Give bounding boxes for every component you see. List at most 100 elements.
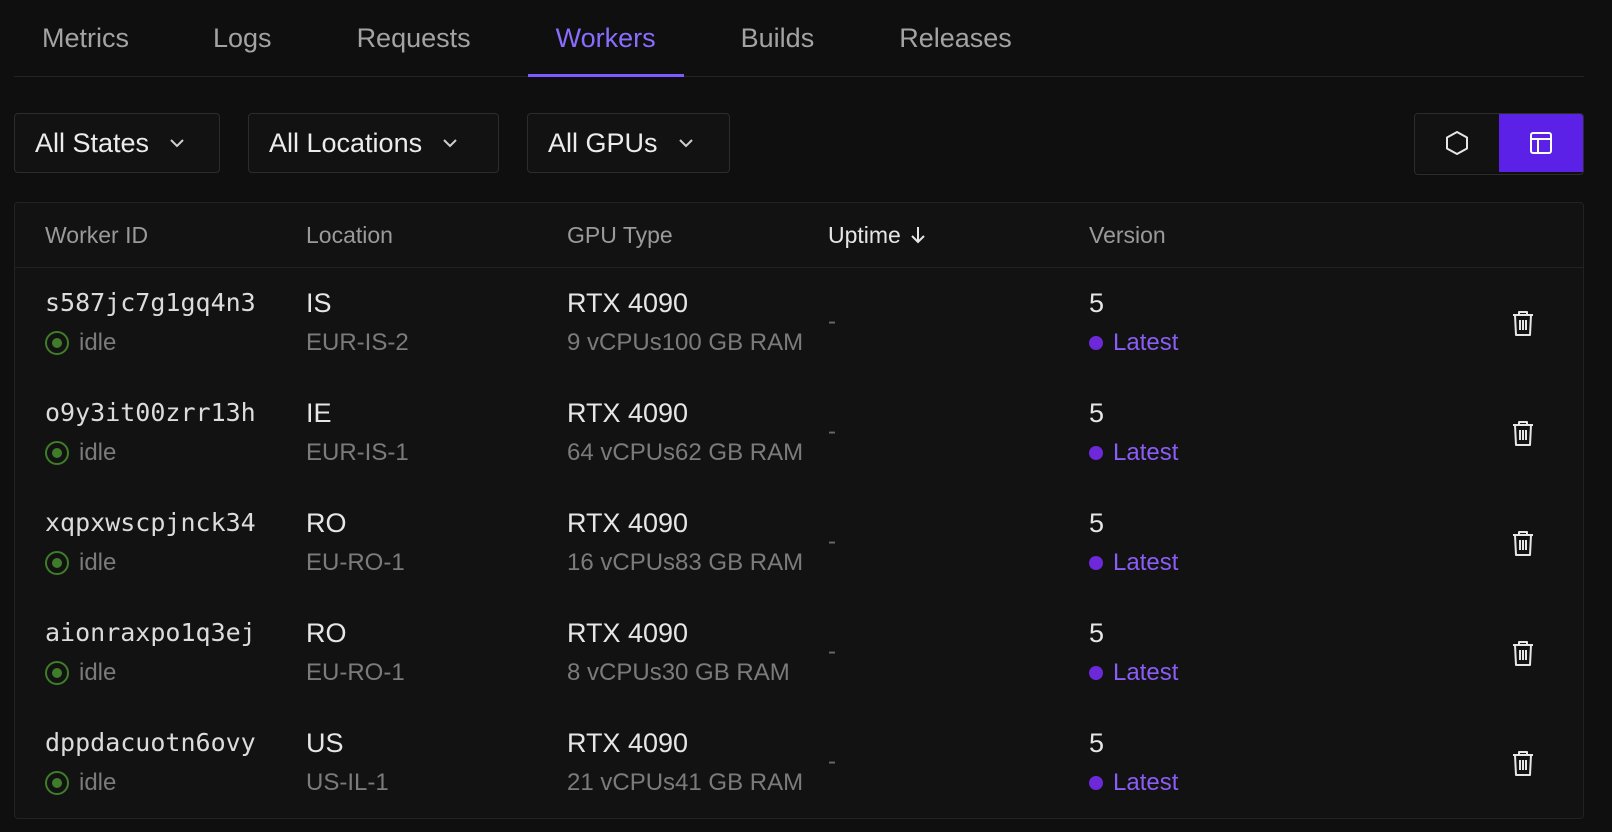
trash-icon[interactable] [1507,417,1539,449]
location-region: EU-RO-1 [306,659,405,686]
latest-dot-icon [1089,666,1103,680]
table-row[interactable]: aionraxpo1q3ej idle RO EU-RO-1 RTX 4090 … [15,598,1583,708]
gpu-type: RTX 4090 [567,618,689,648]
uptime-value: - [828,638,836,665]
table-layout-icon [1530,132,1552,154]
grid-view-button[interactable] [1415,114,1499,172]
latest-dot-icon [1089,336,1103,350]
version-number: 5 [1089,398,1105,428]
trash-icon[interactable] [1507,307,1539,339]
state-filter-label: All States [35,127,150,158]
version-tag: Latest [1089,329,1319,357]
version-number: 5 [1089,288,1105,318]
worker-status: idle [45,329,275,357]
gpu-type: RTX 4090 [567,398,689,428]
worker-id[interactable]: xqpxwscpjnck34 [45,508,281,537]
status-label: idle [79,439,117,466]
header-gpu-type[interactable]: GPU Type [567,222,804,249]
location-region: EUR-IS-2 [306,329,409,356]
version-number: 5 [1089,618,1105,648]
uptime-value: - [828,748,836,775]
gpu-spec: 64 vCPUs62 GB RAM [567,439,804,466]
version-number: 5 [1089,728,1105,758]
idle-status-icon [45,441,69,465]
version-tag: Latest [1089,769,1319,797]
location-code: RO [306,508,347,538]
version-tag-label: Latest [1113,549,1179,576]
tab-requests[interactable]: Requests [329,0,499,76]
worker-id[interactable]: dppdacuotn6ovy [45,728,281,757]
location-region: US-IL-1 [306,769,389,796]
location-code: RO [306,618,347,648]
version-tag-label: Latest [1113,439,1179,466]
table-row[interactable]: xqpxwscpjnck34 idle RO EU-RO-1 RTX 4090 … [15,488,1583,598]
location-code: IE [306,398,332,428]
tab-workers[interactable]: Workers [527,0,684,77]
idle-status-icon [45,661,69,685]
worker-id[interactable]: s587jc7g1gq4n3 [45,288,281,317]
location-region: EU-RO-1 [306,549,405,576]
location-filter-select[interactable]: All Locations [248,113,499,173]
version-tag: Latest [1089,439,1319,467]
gpu-type: RTX 4090 [567,728,689,758]
chevron-down-icon [443,139,457,148]
gpu-filter-label: All GPUs [548,127,658,158]
uptime-value: - [828,528,836,555]
worker-id[interactable]: aionraxpo1q3ej [45,618,281,647]
location-region: EUR-IS-1 [306,439,409,466]
worker-status: idle [45,549,275,577]
filter-bar: All States All Locations All GPUs [14,113,730,173]
version-tag: Latest [1089,549,1319,577]
gpu-spec: 16 vCPUs83 GB RAM [567,549,804,576]
latest-dot-icon [1089,446,1103,460]
worker-status: idle [45,769,275,797]
status-label: idle [79,769,117,796]
version-tag-label: Latest [1113,329,1179,356]
status-label: idle [79,329,117,356]
gpu-type: RTX 4090 [567,288,689,318]
uptime-value: - [828,418,836,445]
tab-metrics[interactable]: Metrics [14,0,157,76]
worker-status: idle [45,659,275,687]
gpu-spec: 21 vCPUs41 GB RAM [567,769,804,796]
state-filter-select[interactable]: All States [14,113,220,173]
tab-releases[interactable]: Releases [871,0,1040,76]
table-row[interactable]: dppdacuotn6ovy idle US US-IL-1 RTX 4090 … [15,708,1583,818]
trash-icon[interactable] [1507,747,1539,779]
trash-icon[interactable] [1507,637,1539,669]
arrow-down-icon [911,227,925,244]
workers-table: Worker ID Location GPU Type Uptime Versi… [14,202,1584,819]
version-tag-label: Latest [1113,659,1179,686]
tab-bar: Metrics Logs Requests Workers Builds Rel… [14,0,1584,77]
uptime-value: - [828,308,836,335]
version-tag-label: Latest [1113,769,1179,796]
latest-dot-icon [1089,776,1103,790]
tab-builds[interactable]: Builds [713,0,843,76]
table-row[interactable]: s587jc7g1gq4n3 idle IS EUR-IS-2 RTX 4090… [15,268,1583,378]
table-view-button[interactable] [1499,114,1583,172]
workers-page: Metrics Logs Requests Workers Builds Rel… [0,0,1612,832]
worker-id[interactable]: o9y3it00zrr13h [45,398,281,427]
header-version[interactable]: Version [1089,222,1319,249]
view-toggle [1414,113,1584,175]
header-uptime-label: Uptime [828,221,901,248]
gpu-spec: 8 vCPUs30 GB RAM [567,659,790,686]
table-row[interactable]: o9y3it00zrr13h idle IE EUR-IS-1 RTX 4090… [15,378,1583,488]
chevron-down-icon [170,139,184,148]
gpu-filter-select[interactable]: All GPUs [527,113,730,173]
idle-status-icon [45,771,69,795]
latest-dot-icon [1089,556,1103,570]
header-worker-id[interactable]: Worker ID [45,222,275,249]
trash-icon[interactable] [1507,527,1539,559]
tab-logs[interactable]: Logs [185,0,300,76]
gpu-type: RTX 4090 [567,508,689,538]
status-label: idle [79,549,117,576]
header-uptime[interactable]: Uptime [828,222,1058,249]
location-filter-label: All Locations [269,127,423,158]
location-code: US [306,728,344,758]
header-location[interactable]: Location [306,222,536,249]
chevron-down-icon [678,139,693,148]
table-header: Worker ID Location GPU Type Uptime Versi… [15,203,1583,268]
idle-status-icon [45,331,69,355]
hexagon-icon [1446,131,1468,155]
